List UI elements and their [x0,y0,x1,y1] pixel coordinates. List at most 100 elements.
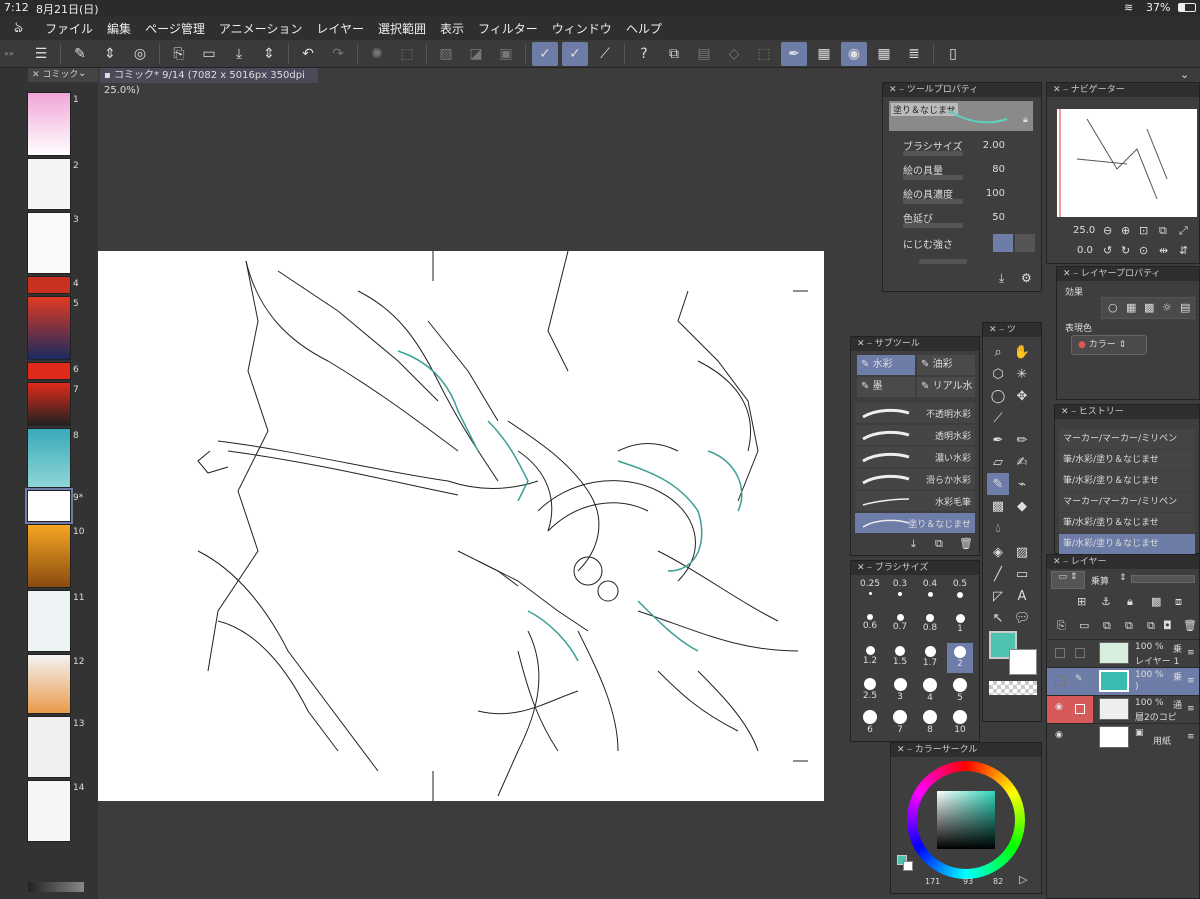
grid-icon[interactable]: ⬚ [751,42,777,66]
zoom-out-icon[interactable]: ⊖ [1103,224,1112,237]
layer-row[interactable]: ◉ ▣ 用紙 ≡ [1047,723,1199,751]
page-thumbnail[interactable] [27,428,71,488]
page-thumbnail-current[interactable] [25,488,73,524]
lasso-icon[interactable]: ◯ [987,385,1009,407]
brush-size-option[interactable]: 2 [947,643,973,673]
menu-file[interactable]: ファイル [45,20,93,37]
close-icon[interactable]: ✕ [32,70,42,80]
color-icon[interactable]: ◉ [841,41,867,66]
expand-panel-icon[interactable]: »» [4,49,26,58]
close-icon[interactable]: ✕ ⎯ [897,745,915,755]
menu-layer[interactable]: レイヤー [316,20,364,37]
zoom-in-icon[interactable]: ⊕ [1121,224,1130,237]
close-icon[interactable]: ✕ ⎯ [1063,269,1081,279]
fit-icon[interactable]: ⊡ [1139,224,1148,237]
page-thumbnail[interactable] [27,92,71,156]
duplicate-icon[interactable]: ⧉ [1103,619,1111,633]
decoration-icon[interactable]: ▩ [987,495,1009,517]
brush-size-option[interactable]: 1 [947,611,973,641]
menu-selection[interactable]: 選択範囲 [378,20,426,37]
transform-icon[interactable]: ⬚ [394,42,420,66]
watercolor-brush-icon[interactable]: ✎ [987,473,1009,495]
brush-size-option[interactable]: 8 [917,707,943,737]
new-layer-icon[interactable]: ⎘ [1057,619,1066,633]
duplicate-icon[interactable]: ⧉ [935,537,943,551]
blur-strength-slider[interactable] [919,259,967,264]
hue-ring[interactable] [907,761,1025,879]
frame-icon[interactable]: ▭ [1011,563,1033,585]
eraser-icon[interactable]: ◆ [1011,495,1033,517]
page-thumbnail[interactable] [27,362,71,380]
page-thumbnail[interactable] [27,382,71,426]
rotation-value[interactable]: 0.0 [1077,245,1093,256]
text-icon[interactable]: A [1011,585,1033,607]
close-icon[interactable]: ✕ ⎯ [857,563,875,573]
drawing-canvas[interactable] [98,250,824,801]
history-item-current[interactable]: 筆/水彩/塗り＆なじませ [1059,534,1195,554]
crop-icon[interactable]: ◇ [721,42,747,66]
open-folder-icon[interactable]: ▭ [196,42,222,66]
paint-amount-value[interactable]: 80 [992,164,1005,175]
page-thumbnail[interactable] [27,158,71,210]
pen-icon[interactable]: ✒ [987,429,1009,451]
lock-icon[interactable]: 🔒︎ [1023,115,1028,125]
mask-icon[interactable]: ⧈ [1175,595,1182,609]
drag-handle-icon[interactable]: ≡ [1187,704,1195,714]
spiral-icon[interactable]: ◎ [127,42,153,66]
extract-line-icon[interactable]: ▤ [1180,301,1190,314]
eye-icon[interactable]: ◉ [1055,730,1063,740]
brush-item[interactable]: 透明水彩 [855,425,975,445]
gradient-icon[interactable]: ▨ [1011,541,1033,563]
history-item[interactable]: マーカー/マーカー/ミリペン [1059,492,1195,512]
play-icon[interactable]: ▷ [1019,873,1027,886]
new-file-icon[interactable]: ⎘ [166,42,192,66]
ruler-icon[interactable]: ◸ [987,585,1009,607]
balloon-icon[interactable]: 💬︎ [1011,607,1033,629]
fullscreen-icon[interactable]: ⤢ [1179,224,1188,238]
checker-effect-icon[interactable]: ▩ [1144,301,1154,314]
flip-vertical-icon[interactable]: ⇵ [1179,244,1188,257]
lock-transparency-icon[interactable]: ▩ [1151,595,1161,608]
paint-density-slider[interactable] [903,199,963,204]
smartphone-icon[interactable]: ▯ [940,42,966,66]
copy-icon[interactable]: ⧉ [661,42,687,66]
blend-icon[interactable]: 💧︎ [987,517,1009,539]
subtool-tab-ink[interactable]: ✎ 墨 [857,377,915,397]
magic-wand-icon[interactable]: ✳ [1011,363,1033,385]
play-icon[interactable] [1015,234,1035,252]
expression-color-select[interactable]: ● カラー ⇕ [1071,335,1147,355]
circle-effect-icon[interactable]: ○ [1108,301,1118,314]
subtool-tab-oil[interactable]: ✎ 油彩 [917,355,975,375]
drag-handle-icon[interactable]: ≡ [1187,676,1195,686]
brush-size-option[interactable]: 1.2 [857,643,883,673]
close-icon[interactable]: ✕ ⎯ [989,325,1007,335]
object-icon[interactable]: ⬡ [987,363,1009,385]
palette-grid-icon[interactable]: ▦ [871,42,897,66]
chevron-down-icon[interactable]: ⌄ [1180,68,1189,81]
edit-toggle[interactable] [1075,704,1085,714]
layer-opacity-slider[interactable] [1131,575,1195,583]
paste-icon[interactable]: ▤ [691,42,717,66]
close-icon[interactable]: ✕ ⎯ [857,339,875,349]
sub-color-chip[interactable] [903,861,913,871]
page-thumbnail[interactable] [27,716,71,778]
subtool-tab-watercolor[interactable]: ✎ 水彩 [857,355,915,375]
brush-size-option[interactable]: 0.7 [887,611,913,641]
folder-icon[interactable] [993,234,1013,252]
drag-handle-icon[interactable]: ≡ [1187,648,1195,658]
fill-icon[interactable]: ◪ [463,42,489,66]
visibility-toggle[interactable] [1055,648,1065,658]
tone-effect-icon[interactable]: ▦ [1126,301,1136,314]
pencil-icon[interactable]: ✏ [1011,429,1033,451]
layer-row-selected[interactable]: ✎ 100 % 乗 ) ≡ [1047,667,1199,695]
close-icon[interactable]: ✕ ⎯ [1061,407,1079,417]
pen-tool-icon[interactable]: ✒ [781,41,807,66]
ruler-pen-icon[interactable]: ⟋ [592,42,618,66]
close-icon[interactable]: ✕ ⎯ [889,85,907,95]
history-item[interactable]: マーカー/マーカー/ミリペン [1059,429,1195,449]
chevron-down-icon[interactable]: ⌄ [78,68,86,79]
move-icon[interactable]: ✥ [1011,385,1033,407]
selection-icon[interactable]: ▣ [493,42,519,66]
trash-icon[interactable]: 🗑︎ [959,537,973,550]
menu-edit[interactable]: 編集 [107,20,131,37]
